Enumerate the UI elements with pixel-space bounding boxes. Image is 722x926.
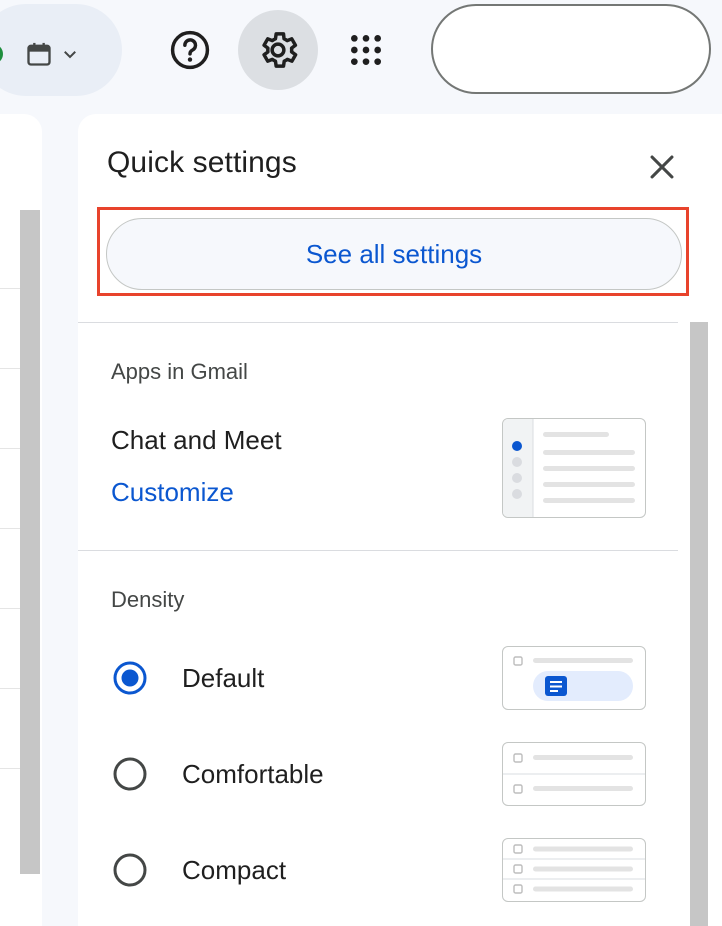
status-selector[interactable] — [0, 4, 122, 96]
radio-compact[interactable] — [112, 852, 148, 888]
divider — [78, 550, 678, 551]
apps-grid-icon — [351, 35, 381, 65]
row-divider — [0, 608, 20, 609]
density-option-label[interactable]: Comfortable — [182, 759, 324, 790]
apps-button[interactable] — [326, 10, 406, 90]
green-dot-icon — [0, 44, 3, 64]
row-divider — [0, 448, 20, 449]
density-default-graphic — [513, 656, 633, 701]
chat-meet-label: Chat and Meet — [111, 425, 282, 455]
help-button[interactable] — [150, 10, 230, 90]
row-divider — [0, 688, 20, 689]
radio-default[interactable] — [112, 660, 148, 696]
gear-icon — [262, 32, 298, 68]
account-button[interactable] — [431, 4, 711, 94]
settings-button[interactable] — [238, 10, 318, 90]
calendar-icon — [27, 42, 51, 66]
apps-section-title: Apps in Gmail — [111, 359, 248, 384]
density-section-title: Density — [111, 587, 185, 612]
row-divider — [0, 528, 20, 529]
panel-title: Quick settings — [107, 146, 297, 179]
divider — [78, 322, 678, 323]
density-option-label[interactable]: Compact — [182, 855, 286, 886]
density-comfortable-preview — [502, 742, 646, 806]
radio-comfortable[interactable] — [112, 756, 148, 792]
row-divider — [0, 288, 20, 289]
row-divider — [0, 768, 20, 769]
density-default-preview — [502, 646, 646, 710]
layout-preview-icon — [503, 419, 635, 517]
panel-scrollbar[interactable] — [690, 322, 708, 926]
customize-link[interactable]: Customize — [111, 477, 234, 508]
mail-list-scrollbar[interactable] — [20, 210, 40, 874]
chevron-down-icon — [64, 51, 76, 59]
row-divider — [0, 368, 20, 369]
density-compact-graphic — [503, 844, 645, 894]
density-comfortable-graphic — [503, 753, 645, 794]
help-icon — [170, 30, 210, 70]
close-icon[interactable] — [645, 150, 679, 184]
see-all-settings-button[interactable]: See all settings — [106, 218, 682, 290]
chat-meet-preview — [502, 418, 646, 518]
density-option-label[interactable]: Default — [182, 663, 264, 694]
density-compact-preview — [502, 838, 646, 902]
